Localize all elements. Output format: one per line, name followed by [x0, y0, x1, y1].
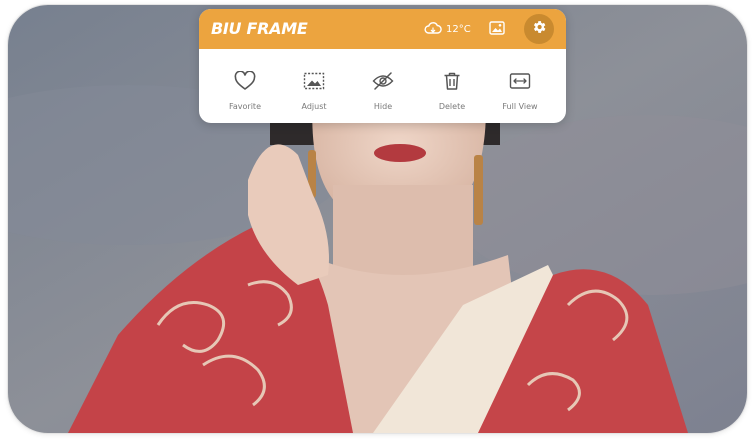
- adjust-button[interactable]: Adjust: [279, 49, 349, 123]
- gallery-button[interactable]: [487, 19, 507, 39]
- hide-button[interactable]: Hide: [348, 49, 418, 123]
- heart-icon: [210, 69, 280, 93]
- app-logo: BIU FRAME: [211, 19, 308, 38]
- control-panel: BIU FRAME 12°C Favorite Adjust Hide Dele…: [199, 9, 566, 123]
- cloud-weather-icon: [424, 20, 442, 39]
- adjust-label: Adjust: [301, 102, 327, 111]
- image-gallery-icon: [489, 20, 505, 39]
- photo-frame-screen: BIU FRAME 12°C Favorite Adjust Hide Dele…: [8, 5, 747, 433]
- favorite-button[interactable]: Favorite: [210, 49, 280, 123]
- delete-label: Delete: [438, 102, 466, 111]
- full-view-icon: [485, 69, 555, 93]
- full-view-button[interactable]: Full View: [485, 49, 555, 123]
- top-bar: BIU FRAME 12°C: [199, 9, 566, 49]
- favorite-label: Favorite: [229, 102, 261, 111]
- full-view-label: Full View: [502, 102, 538, 111]
- weather-widget[interactable]: 12°C: [424, 19, 471, 39]
- trash-icon: [417, 69, 487, 93]
- temperature-readout: 12°C: [446, 23, 471, 35]
- adjust-frame-icon: [279, 69, 349, 93]
- action-row: Favorite Adjust Hide Delete Full View: [199, 49, 566, 123]
- delete-button[interactable]: Delete: [417, 49, 487, 123]
- hide-label: Hide: [373, 102, 393, 111]
- gear-icon: [531, 19, 547, 39]
- eye-slash-icon: [348, 69, 418, 93]
- settings-button[interactable]: [524, 14, 554, 44]
